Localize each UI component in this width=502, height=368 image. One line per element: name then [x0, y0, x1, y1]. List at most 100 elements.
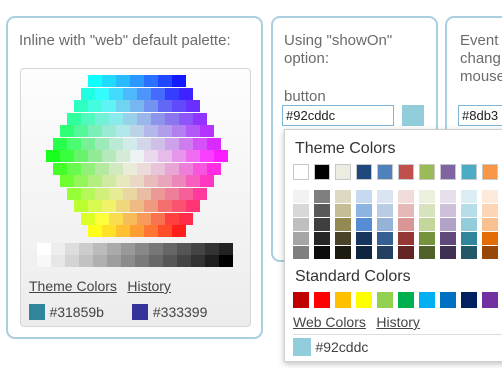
hex-color-cell[interactable] — [144, 200, 158, 212]
hex-color-cell[interactable] — [158, 100, 172, 112]
hex-color-cell[interactable] — [172, 125, 186, 137]
gray-cell[interactable] — [51, 243, 65, 255]
hex-color-cell[interactable] — [60, 175, 74, 187]
hex-color-cell[interactable] — [116, 175, 130, 187]
hex-color-cell[interactable] — [200, 125, 214, 137]
hex-color-cell[interactable] — [74, 125, 88, 137]
theme-shade-swatch[interactable] — [356, 218, 372, 231]
theme-shade-swatch[interactable] — [419, 190, 435, 203]
gray-cell[interactable] — [37, 255, 51, 267]
history-swatch[interactable] — [132, 303, 149, 320]
history-link[interactable]: History — [127, 278, 171, 294]
hex-color-cell[interactable] — [144, 150, 158, 162]
gray-cell[interactable] — [65, 255, 79, 267]
hex-color-cell[interactable] — [179, 162, 193, 175]
hex-color-cell[interactable] — [179, 87, 193, 100]
theme-shade-swatch[interactable] — [482, 232, 498, 245]
theme-shade-swatch[interactable] — [398, 204, 414, 217]
hex-color-cell[interactable] — [158, 75, 172, 87]
theme-color-swatch[interactable] — [419, 164, 435, 180]
theme-shade-swatch[interactable] — [314, 218, 330, 231]
hex-color-cell[interactable] — [130, 150, 144, 162]
hex-color-cell[interactable] — [81, 187, 95, 200]
standard-color-swatch[interactable] — [461, 292, 477, 308]
hex-color-cell[interactable] — [130, 175, 144, 187]
hex-color-cell[interactable] — [123, 162, 137, 175]
hex-color-cell[interactable] — [130, 225, 144, 237]
standard-color-swatch[interactable] — [377, 292, 393, 308]
hex-color-cell[interactable] — [95, 212, 109, 225]
hex-color-cell[interactable] — [186, 200, 200, 212]
hex-color-cell[interactable] — [60, 150, 74, 162]
gray-cell[interactable] — [149, 243, 163, 255]
hex-color-cell[interactable] — [116, 75, 130, 87]
hex-color-cell[interactable] — [123, 87, 137, 100]
theme-color-swatch[interactable] — [335, 164, 351, 180]
theme-shade-swatch[interactable] — [356, 204, 372, 217]
theme-color-swatch[interactable] — [314, 164, 330, 180]
theme-color-swatch[interactable] — [293, 164, 309, 180]
theme-shade-swatch[interactable] — [293, 204, 309, 217]
gray-cell[interactable] — [121, 243, 135, 255]
gray-cell[interactable] — [191, 243, 205, 255]
color-swatch-button[interactable] — [402, 105, 424, 126]
hex-color-cell[interactable] — [88, 150, 102, 162]
hex-color-cell[interactable] — [81, 137, 95, 150]
theme-shade-swatch[interactable] — [314, 232, 330, 245]
hex-color-cell[interactable] — [137, 162, 151, 175]
hex-color-cell[interactable] — [186, 150, 200, 162]
hex-color-cell[interactable] — [151, 212, 165, 225]
hex-color-cell[interactable] — [102, 75, 116, 87]
gray-cell[interactable] — [121, 255, 135, 267]
hex-color-cell[interactable] — [116, 150, 130, 162]
theme-shade-swatch[interactable] — [335, 246, 351, 259]
hex-color-cell[interactable] — [102, 100, 116, 112]
hex-color-cell[interactable] — [67, 137, 81, 150]
theme-shade-swatch[interactable] — [461, 232, 477, 245]
theme-shade-swatch[interactable] — [293, 246, 309, 259]
theme-shade-swatch[interactable] — [293, 218, 309, 231]
theme-shade-swatch[interactable] — [335, 218, 351, 231]
hex-color-cell[interactable] — [116, 225, 130, 237]
hex-color-cell[interactable] — [88, 100, 102, 112]
hex-color-cell[interactable] — [95, 137, 109, 150]
theme-shade-swatch[interactable] — [293, 232, 309, 245]
hex-color-cell[interactable] — [179, 187, 193, 200]
standard-color-swatch[interactable] — [419, 292, 435, 308]
hex-color-cell[interactable] — [74, 100, 88, 112]
hex-color-cell[interactable] — [158, 200, 172, 212]
theme-shade-swatch[interactable] — [482, 190, 498, 203]
standard-color-swatch[interactable] — [293, 292, 309, 308]
theme-shade-swatch[interactable] — [398, 190, 414, 203]
hex-color-cell[interactable] — [172, 75, 186, 87]
standard-color-swatch[interactable] — [356, 292, 372, 308]
theme-shade-swatch[interactable] — [419, 204, 435, 217]
theme-shade-swatch[interactable] — [335, 190, 351, 203]
theme-color-swatch[interactable] — [377, 164, 393, 180]
hex-color-cell[interactable] — [130, 100, 144, 112]
hex-color-cell[interactable] — [193, 187, 207, 200]
hex-color-cell[interactable] — [172, 200, 186, 212]
hex-color-cell[interactable] — [151, 162, 165, 175]
gray-cell[interactable] — [93, 243, 107, 255]
theme-shade-swatch[interactable] — [482, 218, 498, 231]
gray-cell[interactable] — [93, 255, 107, 267]
hex-color-cell[interactable] — [165, 112, 179, 125]
standard-color-swatch[interactable] — [440, 292, 456, 308]
hex-color-cell[interactable] — [81, 87, 95, 100]
hex-color-cell[interactable] — [172, 150, 186, 162]
hex-color-cell[interactable] — [137, 187, 151, 200]
theme-shade-swatch[interactable] — [377, 204, 393, 217]
theme-shade-swatch[interactable] — [461, 218, 477, 231]
theme-shade-swatch[interactable] — [440, 190, 456, 203]
hex-color-cell[interactable] — [200, 175, 214, 187]
hex-color-cell[interactable] — [88, 225, 102, 237]
color-input[interactable] — [282, 105, 394, 126]
theme-shade-swatch[interactable] — [335, 204, 351, 217]
hex-color-cell[interactable] — [116, 100, 130, 112]
gray-cell[interactable] — [107, 243, 121, 255]
hex-color-cell[interactable] — [53, 137, 67, 150]
hex-color-cell[interactable] — [81, 112, 95, 125]
theme-shade-swatch[interactable] — [461, 190, 477, 203]
theme-colors-link[interactable]: Theme Colors — [29, 278, 117, 294]
